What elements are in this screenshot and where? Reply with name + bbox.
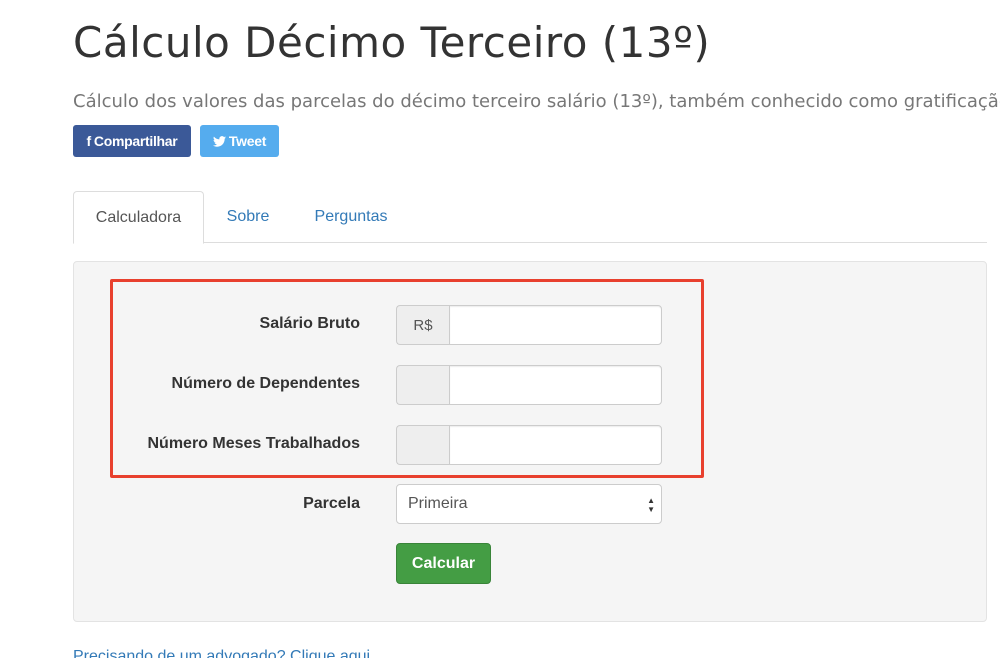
page: Cálculo Décimo Terceiro (13º) Cálculo do…: [0, 0, 1000, 658]
lawyer-help-link[interactable]: Precisando de um advogado? Clique aqui: [73, 648, 370, 658]
select-arrows-icon: ▲ ▼: [647, 496, 655, 514]
twitter-tweet-button[interactable]: Tweet: [200, 125, 279, 157]
tab-perguntas[interactable]: Perguntas: [299, 191, 403, 243]
facebook-share-button[interactable]: f Compartilhar: [73, 125, 191, 157]
meses-addon: [396, 425, 449, 465]
meses-trabalhados-label: Número Meses Trabalhados: [147, 435, 360, 452]
page-title: Cálculo Décimo Terceiro (13º): [73, 18, 711, 67]
tab-calculadora[interactable]: Calculadora: [73, 191, 204, 244]
parcela-select[interactable]: Primeira ▲ ▼: [396, 484, 662, 524]
dependentes-input[interactable]: [449, 365, 662, 405]
calcular-button[interactable]: Calcular: [396, 543, 491, 584]
dependentes-addon: [396, 365, 449, 405]
tab-sobre[interactable]: Sobre: [219, 191, 277, 243]
facebook-share-label: Compartilhar: [93, 133, 178, 149]
dependentes-group: [396, 365, 662, 405]
twitter-tweet-label: Tweet: [228, 133, 267, 149]
twitter-bird-icon: [212, 135, 226, 147]
page-subtitle: Cálculo dos valores das parcelas do déci…: [73, 91, 1000, 112]
calculator-tabs: Calculadora Sobre Perguntas: [73, 191, 987, 244]
salario-bruto-label: Salário Bruto: [259, 315, 360, 332]
meses-trabalhados-group: [396, 425, 662, 465]
currency-addon: R$: [396, 305, 449, 345]
facebook-icon: f: [86, 133, 92, 149]
salario-bruto-group: R$: [396, 305, 662, 345]
dependentes-label: Número de Dependentes: [171, 375, 360, 392]
meses-trabalhados-input[interactable]: [449, 425, 662, 465]
parcela-label: Parcela: [303, 495, 360, 512]
parcela-selected-value: Primeira: [408, 495, 468, 512]
salario-bruto-input[interactable]: [449, 305, 662, 345]
